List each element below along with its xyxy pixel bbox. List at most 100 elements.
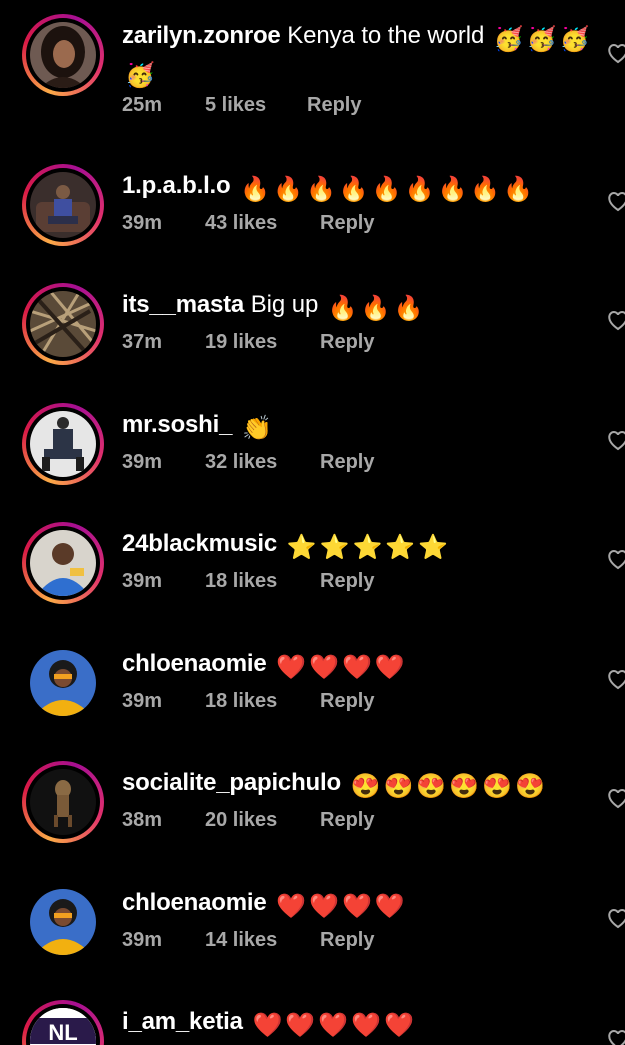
emoji: 🔥: [273, 176, 303, 203]
username[interactable]: 1.p.a.b.l.o: [122, 172, 231, 199]
like-count[interactable]: 32 likes: [205, 451, 277, 474]
comment-item: chloenaomie ❤️ ❤️ ❤️ ❤️ 39m 18 likes Reply: [0, 642, 625, 761]
emoji: ❤️: [351, 1012, 381, 1039]
timestamp: 39m: [122, 690, 163, 712]
comment-text: chloenaomie ❤️ ❤️ ❤️ ❤️: [122, 648, 592, 684]
emoji: 🔥: [437, 176, 468, 203]
heart-icon[interactable]: [607, 1030, 625, 1045]
comment-body: Big up: [250, 291, 319, 318]
emoji: 🥳: [493, 26, 524, 53]
avatar[interactable]: [22, 642, 104, 724]
emoji: 🔥: [470, 176, 501, 203]
heart-icon[interactable]: [607, 670, 625, 690]
emoji: 🔥: [393, 295, 424, 322]
emoji: 🔥: [305, 176, 336, 203]
comment-text: 1.p.a.b.l.o 🔥 🔥 🔥 🔥 🔥 🔥 🔥 🔥 🔥: [122, 170, 592, 206]
username[interactable]: socialite_papichulo: [122, 769, 341, 796]
like-count[interactable]: 19 likes: [205, 331, 277, 354]
heart-icon[interactable]: [607, 192, 625, 212]
emoji: ❤️: [285, 1012, 316, 1039]
like-count[interactable]: 14 likes: [205, 929, 277, 952]
timestamp: 39m: [122, 212, 163, 234]
reply-button[interactable]: Reply: [307, 94, 361, 117]
emoji: 🔥: [327, 295, 358, 322]
emoji: ❤️: [318, 1012, 349, 1039]
comment-item: socialite_papichulo 😍 😍 😍 😍 😍 😍 38m 20 likes …: [0, 761, 625, 880]
emoji: ⭐: [385, 534, 416, 561]
like-count[interactable]: 20 likes: [205, 809, 277, 832]
avatar[interactable]: [22, 761, 104, 843]
comment-emojis: 🔥 🔥 🔥 🔥 🔥 🔥 🔥 🔥 🔥: [237, 172, 533, 203]
comment-emojis: ❤️ ❤️ ❤️ ❤️ ❤️: [249, 1008, 413, 1039]
emoji: 🔥: [338, 176, 369, 203]
reply-button[interactable]: Reply: [320, 929, 374, 952]
reply-button[interactable]: Reply: [320, 331, 374, 354]
emoji: 👏: [241, 415, 272, 442]
avatar[interactable]: [22, 283, 104, 365]
comment-emojis: 👏: [239, 411, 272, 442]
reply-button[interactable]: Reply: [320, 212, 374, 235]
comment-emojis: 😍 😍 😍 😍 😍 😍: [348, 769, 545, 800]
reply-button[interactable]: Reply: [320, 690, 374, 713]
heart-icon[interactable]: [607, 431, 625, 451]
avatar[interactable]: [22, 403, 104, 485]
comment-text: mr.soshi_ 👏: [122, 409, 592, 445]
comment-text: zarilyn.zonroe Kenya to the world 🥳 🥳 🥳🥳: [122, 20, 592, 92]
reply-button[interactable]: Reply: [320, 570, 374, 593]
emoji: 😍: [482, 773, 513, 800]
username[interactable]: chloenaomie: [122, 650, 267, 677]
username[interactable]: 24blackmusic: [122, 530, 277, 557]
comment-item: 24blackmusic ⭐ ⭐ ⭐ ⭐ ⭐ 39m 18 likes Reply: [0, 522, 625, 641]
timestamp: 38m: [122, 809, 163, 831]
reply-button[interactable]: Reply: [320, 451, 374, 474]
timestamp: 39m: [122, 929, 163, 951]
username[interactable]: mr.soshi_: [122, 411, 232, 438]
comment-item: zarilyn.zonroe Kenya to the world 🥳 🥳 🥳🥳 2…: [0, 14, 625, 133]
username[interactable]: chloenaomie: [122, 889, 267, 916]
emoji: ⭐: [319, 534, 350, 561]
comment-item: its__masta Big up 🔥 🔥 🔥 37m 19 likes Reply: [0, 283, 625, 402]
emoji: ❤️: [384, 1012, 414, 1039]
emoji: ⭐: [418, 534, 449, 561]
emoji: 🔥: [360, 295, 391, 322]
username[interactable]: its__masta: [122, 291, 244, 318]
reply-button[interactable]: Reply: [320, 809, 374, 832]
avatar[interactable]: [22, 14, 104, 96]
heart-icon[interactable]: [607, 311, 625, 331]
heart-icon[interactable]: [607, 550, 625, 570]
like-count[interactable]: 18 likes: [205, 570, 277, 593]
heart-icon[interactable]: [607, 909, 625, 929]
comment-item: NL i_am_ketia ❤️ ❤️ ❤️ ❤️ ❤️: [0, 1000, 625, 1045]
like-count[interactable]: 43 likes: [205, 212, 277, 235]
username[interactable]: i_am_ketia: [122, 1008, 243, 1035]
avatar[interactable]: NL: [22, 1000, 104, 1045]
comment-text: socialite_papichulo 😍 😍 😍 😍 😍 😍: [122, 767, 592, 803]
timestamp: 25m: [122, 94, 163, 116]
comment-item: mr.soshi_ 👏 39m 32 likes Reply: [0, 403, 625, 522]
heart-icon[interactable]: [607, 44, 625, 64]
timestamp: 39m: [122, 451, 163, 473]
emoji: ⭐: [352, 534, 383, 561]
emoji: 🔥: [240, 176, 271, 203]
avatar[interactable]: [22, 522, 104, 604]
like-count[interactable]: 5 likes: [205, 94, 266, 117]
username[interactable]: zarilyn.zonroe: [122, 22, 281, 49]
emoji: ❤️: [309, 654, 339, 681]
emoji: ❤️: [374, 893, 405, 920]
logo-text: NL: [48, 1020, 77, 1045]
avatar[interactable]: [22, 164, 104, 246]
comment-item: chloenaomie ❤️ ❤️ ❤️ ❤️ 39m 14 likes Reply: [0, 881, 625, 1000]
emoji: 🔥: [404, 176, 435, 203]
emoji: 😍: [515, 773, 545, 800]
emoji: 😍: [416, 773, 447, 800]
emoji: ❤️: [276, 893, 307, 920]
comment-text: chloenaomie ❤️ ❤️ ❤️ ❤️: [122, 887, 592, 923]
comment-emojis: ⭐ ⭐ ⭐ ⭐ ⭐: [284, 530, 448, 561]
emoji: 🔥: [503, 176, 534, 203]
heart-icon[interactable]: [607, 789, 625, 809]
like-count[interactable]: 18 likes: [205, 690, 277, 713]
avatar[interactable]: [22, 881, 104, 963]
emoji: 🥳: [526, 26, 557, 53]
comment-item: 1.p.a.b.l.o 🔥 🔥 🔥 🔥 🔥 🔥 🔥 🔥 🔥 39m 43 likes Reply: [0, 164, 625, 283]
emoji: ❤️: [341, 654, 372, 681]
